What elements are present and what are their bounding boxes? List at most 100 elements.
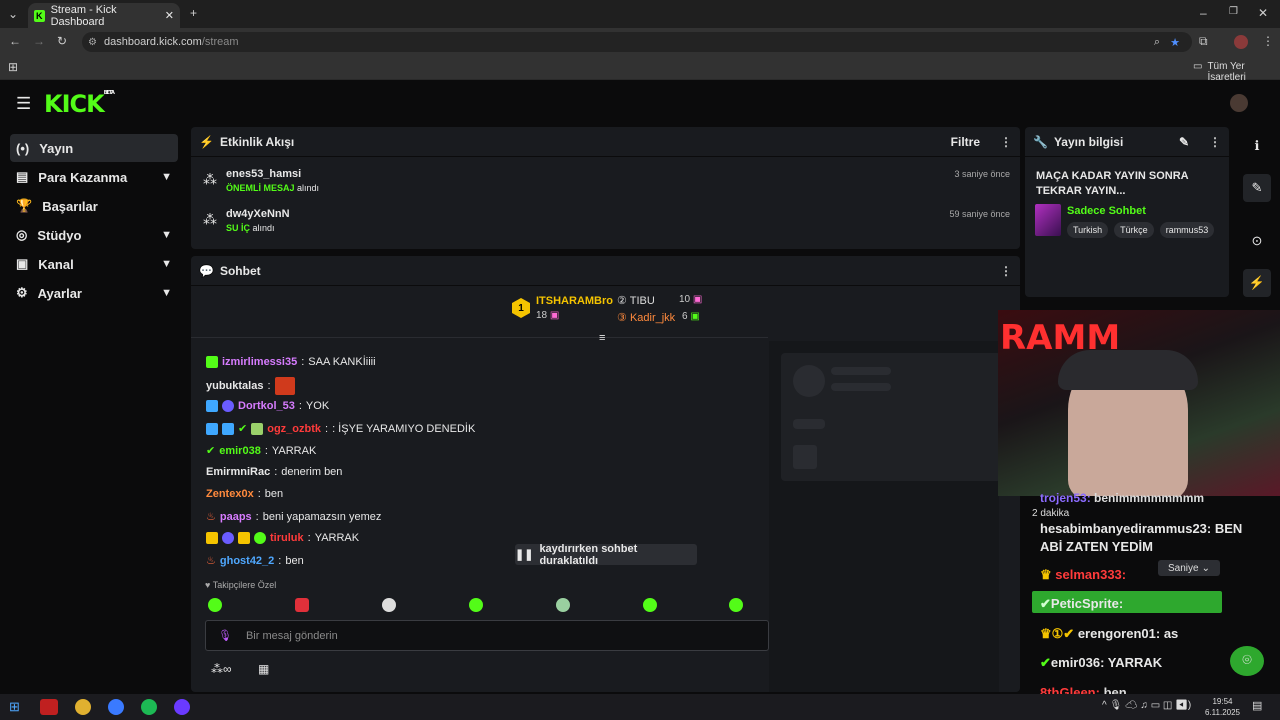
headband (1058, 350, 1198, 390)
emote-icon[interactable] (643, 598, 657, 612)
spotify-icon[interactable] (141, 699, 157, 715)
emote-icon[interactable] (208, 598, 222, 612)
tag[interactable]: Turkish (1067, 222, 1109, 238)
leaderboard-count: 10 ▣ (679, 294, 703, 305)
leaderboard-entry[interactable]: ② TIBU (617, 294, 655, 307)
zoom-icon[interactable]: ⌕ (1154, 36, 1160, 49)
chat-username[interactable]: tiruluk (270, 532, 304, 544)
event-user[interactable]: enes53_hamsi (226, 168, 301, 180)
reload-icon[interactable]: ↻ (57, 34, 67, 48)
browser-menu-icon[interactable]: ⋮ (1262, 34, 1274, 48)
hamburger-menu-icon[interactable]: ☰ (16, 94, 31, 114)
clock[interactable]: 19:54 6.11.2025 (1205, 696, 1240, 718)
whatsapp-icon[interactable] (108, 699, 124, 715)
stream-info-title: Yayın bilgisi (1053, 134, 1124, 149)
camera-icon[interactable]: ⊙ (1243, 227, 1271, 255)
microphone-icon[interactable]: 🎙 (218, 629, 232, 642)
emote-icon[interactable] (729, 598, 743, 612)
event-user[interactable]: dw4yXeNnN (226, 208, 290, 220)
emote-icon[interactable] (556, 598, 570, 612)
windows-start-icon[interactable]: ⊞ (9, 699, 20, 715)
tag[interactable]: Türkçe (1114, 222, 1154, 238)
more-options-icon[interactable]: ⋮ (1000, 135, 1012, 149)
chat-text: SAA KANKİiiii (308, 356, 376, 368)
channel-icon: ▣ (16, 256, 29, 271)
minimize-icon[interactable]: – (1200, 6, 1207, 20)
discord-icon[interactable] (174, 699, 190, 715)
chrome-icon[interactable] (75, 699, 91, 715)
stream-category[interactable]: Sadece Sohbet (1067, 205, 1146, 217)
sidebar-item-label: Ayarlar (37, 285, 82, 301)
forward-icon[interactable]: → (33, 34, 45, 48)
chat-message: ♨ ghost42_2: ben (206, 554, 304, 568)
restore-icon[interactable]: ❐ (1229, 6, 1238, 17)
chat-message: ✔ emir038: YARRAK (206, 444, 317, 458)
sidebar-item-yayin[interactable]: (•) Yayın (10, 134, 178, 162)
chevron-down-icon: ▼ (161, 258, 172, 270)
paused-text: kaydırırken sohbet duraklatıldı (539, 542, 638, 567)
more-options-icon[interactable]: ⋮ (1209, 135, 1221, 149)
sidebar-item-para-kazanma[interactable]: ▤ Para Kazanma ▼ (10, 163, 178, 191)
leaderboard-entry[interactable]: ③ Kadir_jkk (617, 311, 675, 324)
chat-input-placeholder: Bir mesaj gönderin (245, 629, 338, 642)
chat-username[interactable]: yubuktalas (206, 380, 263, 392)
kick-logo[interactable]: KICKBETA (44, 90, 115, 118)
chat-paused-notice[interactable]: ❚❚ kaydırırken sohbet duraklatıldı (515, 542, 697, 567)
chat-text: : İŞYE YARAMIYO DENEDİK (332, 422, 476, 435)
chat-message: yubuktalas: (206, 377, 295, 395)
leaderboard-name[interactable]: ITSHARAMBro (536, 295, 613, 307)
chat-message-input[interactable]: 🎙 Bir mesaj gönderin (205, 620, 769, 651)
crown-badge-icon (206, 532, 218, 544)
url-input[interactable]: ⚙ dashboard.kick.com/stream ⌕ ★ (82, 32, 1192, 52)
event-time: 59 saniye önce (949, 209, 1010, 219)
browser-tab[interactable]: K Stream - Kick Dashboard ✕ (28, 3, 180, 28)
extensions-icon[interactable]: ⧉ (1199, 34, 1208, 49)
chat-username[interactable]: ogz_ozbtk (267, 423, 321, 435)
user-avatar[interactable] (1230, 94, 1248, 112)
tab-close-icon[interactable]: ✕ (165, 9, 174, 22)
chat-username[interactable]: ghost42_2 (220, 555, 274, 567)
filter-button[interactable]: Filtre (951, 135, 980, 149)
more-options-icon[interactable]: ⋮ (1000, 264, 1012, 278)
browser-tab-bar: ⌄ K Stream - Kick Dashboard ✕ + – ❐ ✕ (0, 0, 1280, 28)
chat-username[interactable]: Zentex0x (206, 488, 254, 500)
sidebar-item-basarilar[interactable]: 🏆 Başarılar (10, 192, 178, 220)
tag[interactable]: rammus53 (1159, 222, 1215, 238)
emote-icon[interactable] (469, 598, 483, 612)
notification-icon[interactable]: ▤ (1252, 699, 1262, 712)
chat-message: ✔ ogz_ozbtk: : İŞYE YARAMIYO DENEDİK (206, 422, 475, 435)
edit-pencil-icon[interactable]: ✎ (1179, 135, 1189, 149)
emote-icon[interactable] (382, 598, 396, 612)
voicemeeter-icon[interactable] (40, 699, 58, 715)
chat-username[interactable]: emir038 (219, 445, 261, 457)
apps-grid-icon[interactable]: ⊞ (8, 60, 18, 74)
info-icon[interactable]: ℹ (1243, 132, 1271, 160)
emote-icon[interactable] (295, 598, 309, 612)
lightning-icon[interactable]: ⚡ (1243, 269, 1271, 297)
collapse-icon[interactable]: ≡ (599, 332, 605, 344)
site-info-icon[interactable]: ⚙ (88, 37, 97, 48)
window-close-icon[interactable]: ✕ (1258, 6, 1268, 20)
chat-username[interactable]: Dortkol_53 (238, 400, 295, 412)
profile-avatar[interactable] (1234, 35, 1248, 49)
system-tray-icons[interactable]: ^ 🎙 ☁ ♫ ▭ ◫ ◀) (1102, 700, 1191, 711)
edit-pencil-icon[interactable]: ✎ (1243, 174, 1271, 202)
chat-username[interactable]: izmirlimessi35 (222, 356, 297, 368)
seconds-dropdown[interactable]: Saniye ⌄ (1158, 560, 1220, 576)
emote-icon (274, 377, 295, 395)
sidebar-item-studyo[interactable]: ◎ Stüdyo ▼ (10, 221, 178, 249)
kick-points-icon[interactable]: ⁂∞ (211, 662, 232, 676)
tab-search-icon[interactable]: ⌄ (8, 7, 18, 21)
chat-username[interactable]: EmirmniRac (206, 466, 270, 478)
dashboard-sidebar: (•) Yayın ▤ Para Kazanma ▼ 🏆 Başarılar ◎ Stüd… (0, 126, 188, 690)
back-icon[interactable]: ← (9, 34, 21, 48)
new-tab-icon[interactable]: + (190, 6, 197, 20)
category-thumbnail[interactable] (1035, 204, 1061, 236)
sidebar-item-ayarlar[interactable]: ⚙ Ayarlar ▼ (10, 279, 178, 307)
chat-message: EmirmniRac: denerim ben (206, 466, 343, 478)
chat-username[interactable]: paaps (220, 511, 252, 523)
bookmark-star-icon[interactable]: ★ (1170, 36, 1180, 49)
gift-badge-icon (222, 422, 234, 435)
store-icon[interactable]: ▦ (258, 662, 269, 676)
sidebar-item-kanal[interactable]: ▣ Kanal ▼ (10, 250, 178, 278)
